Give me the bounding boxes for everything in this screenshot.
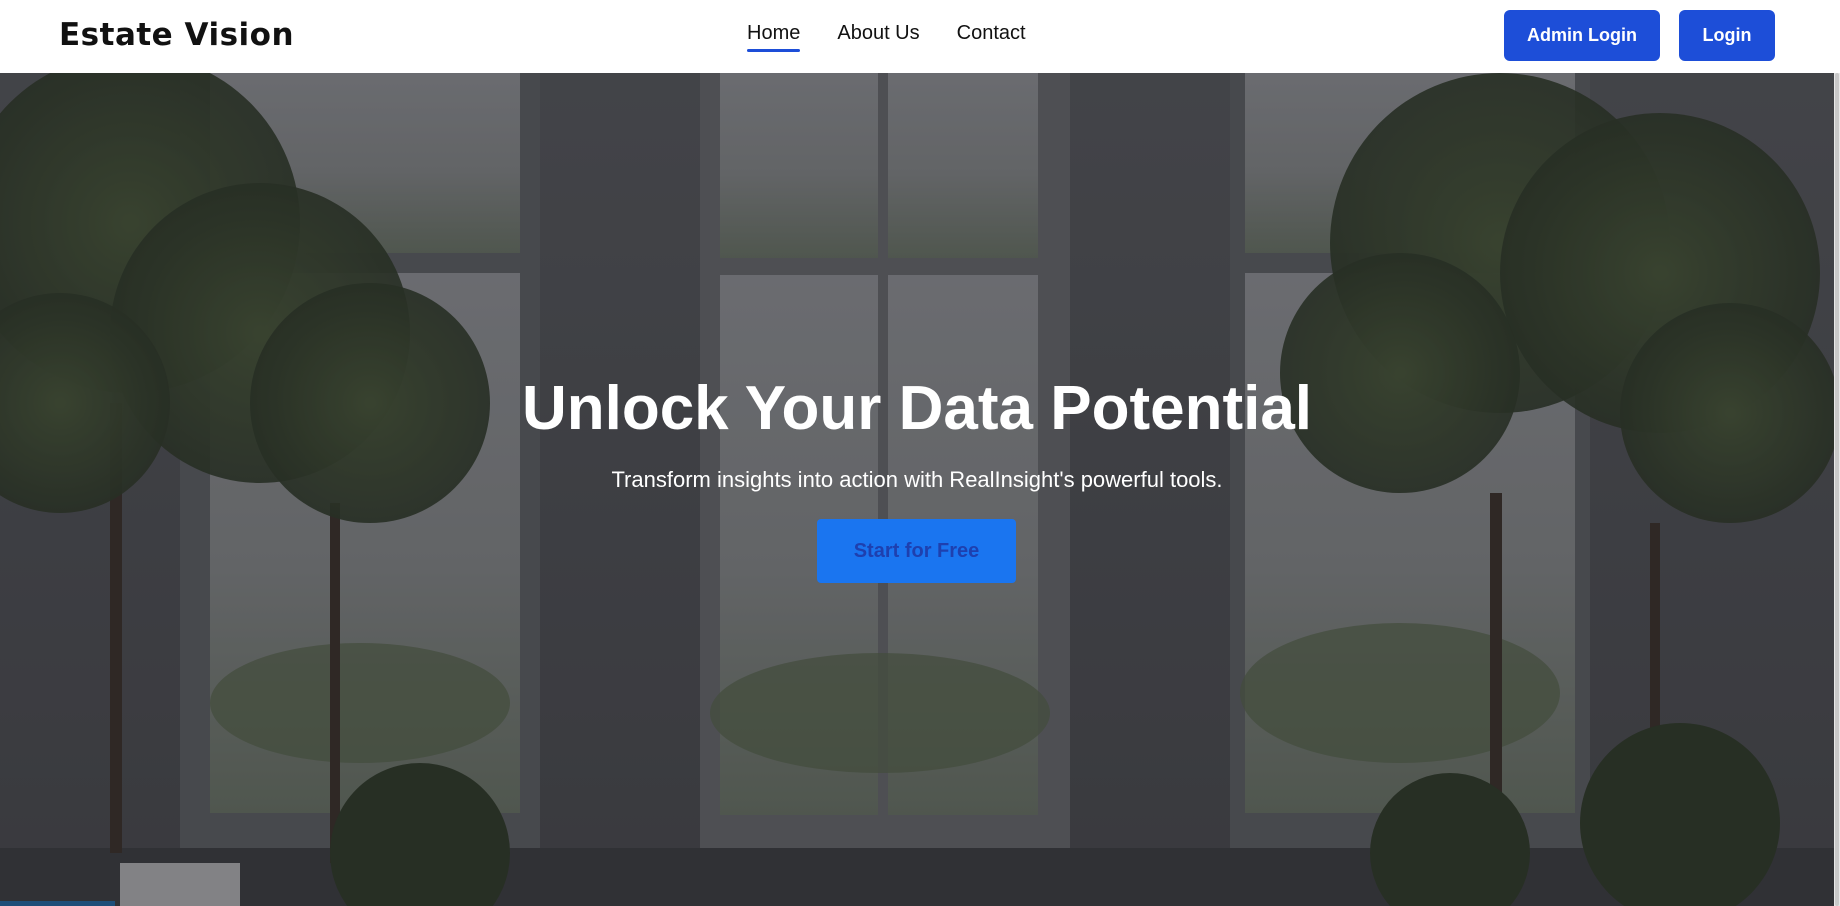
login-button[interactable]: Login [1679,10,1775,61]
top-navbar: Estate Vision Home About Us Contact Admi… [0,0,1840,73]
nav-link-home[interactable]: Home [747,22,801,52]
scrollbar-thumb[interactable] [1835,73,1839,906]
admin-login-button[interactable]: Admin Login [1504,10,1660,61]
main-nav: Home About Us Contact [747,22,1026,52]
nav-link-about[interactable]: About Us [837,22,919,51]
hero-title: Unlock Your Data Potential [521,374,1313,443]
bottom-left-strip [0,901,115,906]
hero-subtitle: Transform insights into action with Real… [611,467,1223,492]
brand-logo[interactable]: Estate Vision [59,17,294,53]
nav-link-contact[interactable]: Contact [957,22,1026,51]
start-free-button[interactable]: Start for Free [817,519,1016,583]
